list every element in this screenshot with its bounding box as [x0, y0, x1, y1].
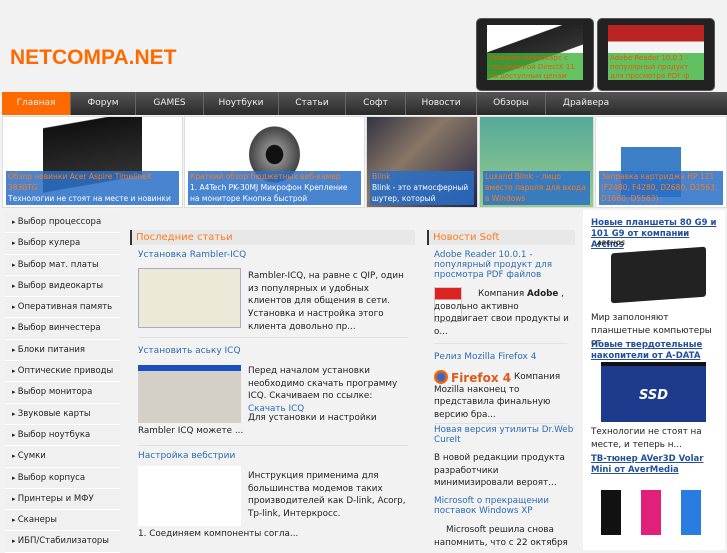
soft-news: Новости Soft Adobe Reader 10.0.1 - попул… [427, 230, 575, 548]
divider [434, 343, 567, 344]
slide-title: Luxand Blink – лицо вместо пароля для вх… [485, 172, 586, 203]
ssd-image[interactable]: SSD [601, 362, 706, 422]
sidebar-item[interactable]: Выбор корпуса [5, 468, 120, 489]
nav-games[interactable]: GAMES [136, 92, 204, 115]
latest-articles: Последние статьи Установка Rambler-ICQ R… [130, 230, 415, 539]
slide-desc: Blink - это атмосферный шутер, который с… [372, 183, 469, 203]
promo-caption: Новинки видеокарт с поддержкой DirectX 1… [487, 53, 583, 80]
nav-home[interactable]: Главная [2, 92, 71, 115]
slide-hp[interactable]: Заправка картриджа HP 121 (F2480, F4280,… [595, 116, 727, 208]
nav-articles[interactable]: Статьи [279, 92, 346, 115]
promo-adobe[interactable]: Adobe Reader 10.0.1 - популярный продукт… [597, 18, 715, 91]
article-excerpt: Перед началом установки необходимо скача… [248, 366, 398, 402]
slide-acer[interactable]: Обзор новинки Acer Aspire TimelineX 3830… [2, 116, 183, 208]
archos-logo: ARCHOS [597, 240, 626, 247]
slide-title: Обзор новинки Acer Aspire TimelineX 3830… [8, 172, 152, 192]
slide-luxand[interactable]: Luxand Blink – лицо вместо пароля для вх… [479, 116, 594, 208]
nav-forum[interactable]: Форум [71, 92, 136, 115]
promo-videocards[interactable]: Новинки видеокарт с поддержкой DirectX 1… [476, 18, 594, 91]
slide-title: Заправка картриджа HP 121 (F2480, F4280,… [601, 172, 718, 203]
section-heading: Последние статьи [130, 230, 415, 245]
sidebar-item[interactable]: Выбор монитора [5, 382, 120, 404]
tablet-image[interactable] [611, 246, 706, 304]
article-title[interactable]: Установить аську ICQ [138, 346, 241, 356]
article-excerpt: Для установки и настройки Rambler ICQ мо… [138, 413, 377, 436]
sidebar-item[interactable]: Выбор процессора [5, 212, 120, 234]
sidebar-item[interactable]: Оптические приводы [5, 361, 120, 383]
soft-text: Компания [478, 289, 527, 299]
nav-notebooks[interactable]: Ноутбуки [204, 92, 279, 115]
slide-desc: 1. A4Tech PK-30MJ Микрофон Крепление на … [190, 183, 348, 203]
divider [138, 445, 408, 446]
sidebar-item[interactable]: Принтеры и МФУ [5, 489, 120, 511]
slide-title: Краткий обзор бюджетных веб-камер [190, 172, 341, 181]
news-text: Технологии не стоят на месте, и теперь н… [591, 427, 702, 450]
slide-title: Blink [372, 172, 391, 181]
soft-text: Компания Mozilla наконец то представила … [434, 372, 561, 421]
article-excerpt: 1. Соединяем компоненты согла... [138, 529, 299, 539]
soft-title[interactable]: Релиз Mozilla Firefox 4 [434, 352, 536, 362]
article-title[interactable]: Установка Rambler-ICQ [138, 250, 246, 260]
sidebar-item[interactable]: Выбор видеокарты [5, 276, 120, 298]
soft-text: Microsoft решила снова напомнить, что с … [434, 525, 568, 548]
sidebar-menu: Выбор процессора Выбор кулера Выбор мат.… [5, 212, 120, 553]
promo-caption: Adobe Reader 10.0.1 - популярный продукт… [608, 53, 704, 80]
soft-title[interactable]: Microsoft о прекращении поставок Windows… [434, 496, 574, 516]
news-column: Новые планшеты 80 G9 и 101 G9 от компани… [583, 210, 725, 550]
section-heading: Новости Soft [427, 230, 575, 245]
slide-webcams[interactable]: Краткий обзор бюджетных веб-камер 1. A4Te… [184, 116, 365, 208]
soft-text: В новой редакции продукта разработчики м… [434, 453, 565, 489]
sidebar-item[interactable]: Сумки [5, 446, 120, 468]
nav-news[interactable]: Новости [406, 92, 477, 115]
divider [138, 337, 408, 338]
tuner-pink [641, 490, 661, 535]
slide-desc: Технологии не стоят на месте и новинки к… [8, 194, 171, 203]
nav-soft[interactable]: Софт [346, 92, 406, 115]
tuner-black [601, 490, 621, 535]
nav-reviews[interactable]: Обзоры [477, 92, 546, 115]
ssd-label: SSD [638, 388, 669, 403]
news-title[interactable]: ТВ-тюнер AVer3D Volar Mini от AverMedia [591, 454, 721, 476]
main-nav: Главная Форум GAMES Ноутбуки Статьи Софт… [2, 92, 727, 115]
article-excerpt: Rambler-ICQ, на равне с QIP, один из поп… [248, 271, 404, 332]
sidebar-item[interactable]: ИБП/Стабилизаторы [5, 531, 120, 553]
sidebar-item[interactable]: Выбор ноутбука [5, 425, 120, 447]
article-thumb[interactable] [138, 466, 241, 526]
nav-drivers[interactable]: Драйвера [546, 92, 626, 115]
sidebar-item[interactable]: Выбор мат. платы [5, 255, 120, 276]
soft-title[interactable]: Adobe Reader 10.0.1 - популярный продукт… [434, 250, 574, 280]
article-thumb[interactable] [138, 268, 241, 328]
sidebar-item[interactable]: Выбор кулера [5, 233, 120, 255]
article-title[interactable]: Настройка вебстрии [138, 451, 235, 461]
soft-text-bold: Adobe [526, 289, 559, 299]
sidebar-item[interactable]: Выбор винчестера [5, 318, 120, 340]
news-title[interactable]: Новые твердотельные накопители от A-DATA [591, 340, 721, 362]
sidebar-item[interactable]: Сканеры [5, 510, 120, 532]
divider [434, 423, 567, 424]
sidebar-item[interactable]: Звуковые карты [5, 404, 120, 425]
sidebar-item[interactable]: Оперативная память [5, 297, 120, 319]
tuner-blue [681, 490, 701, 535]
sidebar-item[interactable]: Блоки питания [5, 340, 120, 362]
soft-title[interactable]: Новая версия утилиты Dr.Web CureIt [434, 425, 574, 445]
slide-blink[interactable]: Blink Blink - это атмосферный шутер, кото… [366, 116, 478, 208]
article-excerpt: Инструкция применима для большинства мод… [248, 471, 406, 520]
site-logo[interactable]: NETCOMPA.NET [10, 46, 176, 70]
